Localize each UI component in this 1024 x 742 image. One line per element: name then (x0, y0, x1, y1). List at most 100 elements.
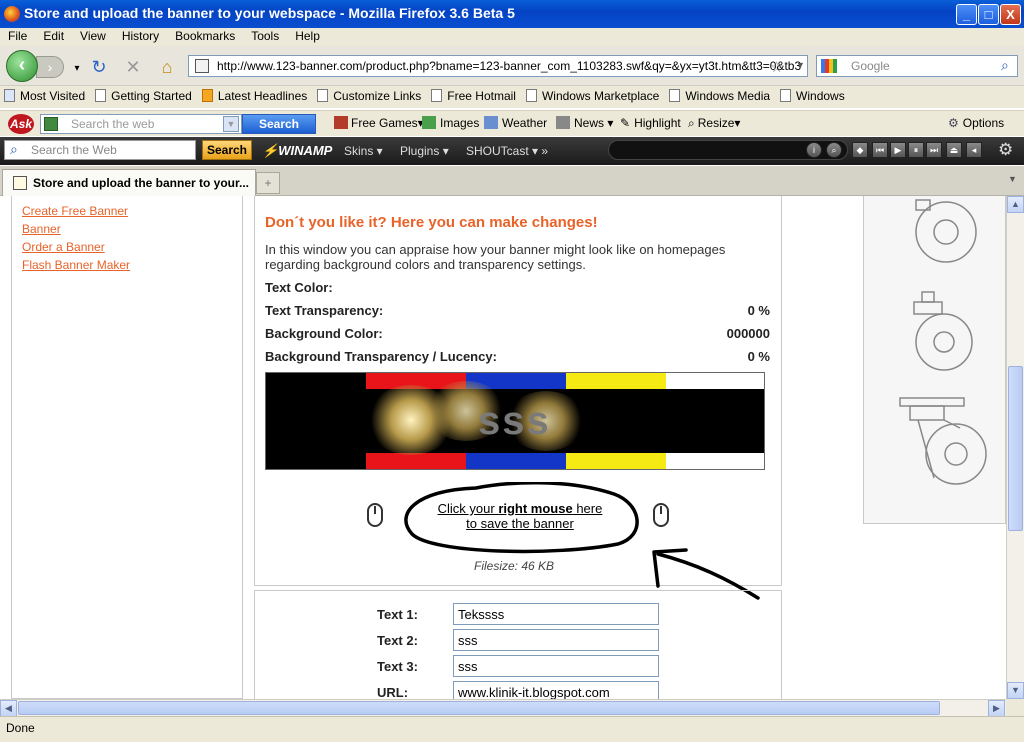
ask-dropdown-icon[interactable]: ▼ (223, 116, 239, 132)
free-games-button[interactable]: Free Games▾ (334, 116, 424, 130)
options-button[interactable]: ⚙ Options (948, 116, 1004, 130)
winamp-search-button[interactable]: Search (202, 140, 252, 160)
left-sidebar: Create Free Banner Banner Order a Banner… (11, 196, 243, 699)
menu-history[interactable]: History (114, 28, 167, 43)
menu-file[interactable]: File (0, 28, 35, 43)
search-bar[interactable]: Google ⌕ (816, 55, 1018, 77)
bookmark-most-visited[interactable]: Most Visited (0, 86, 91, 103)
title-bar: Store and upload the banner to your webs… (0, 0, 1024, 28)
volume-icon[interactable]: ◂ (966, 142, 982, 158)
resize-icon: ⌕ (688, 116, 695, 130)
bookmark-star-icon[interactable]: ☆ (770, 58, 783, 76)
bookmark-latest-headlines[interactable]: Latest Headlines (198, 86, 313, 103)
minimize-button[interactable]: _ (956, 4, 977, 25)
winamp-search-input[interactable]: ⌕ Search the Web (4, 140, 196, 160)
bookmark-folder-icon (4, 89, 15, 102)
url-bar[interactable]: http://www.123-banner.com/product.php?bn… (188, 55, 808, 77)
bookmark-customize-links[interactable]: Customize Links (313, 86, 427, 103)
winamp-logo[interactable]: ⚡WINAMP (262, 143, 332, 159)
save-banner-link[interactable]: Click your right mouse here to save the b… (430, 501, 610, 531)
bookmark-windows-marketplace[interactable]: Windows Marketplace (522, 86, 665, 103)
eject-icon[interactable]: ⏏ (946, 142, 962, 158)
menu-bar: File Edit View History Bookmarks Tools Help (0, 28, 1024, 46)
ask-search-button[interactable]: Search (242, 114, 316, 134)
menu-view[interactable]: View (72, 28, 114, 43)
tab-list-dropdown-icon[interactable]: ▼ (1008, 174, 1017, 184)
firefox-icon (4, 6, 20, 22)
play-icon[interactable]: ▶ (890, 142, 906, 158)
search-placeholder: Google (851, 59, 890, 73)
menu-bookmarks[interactable]: Bookmarks (167, 28, 243, 43)
banner-preview[interactable]: sss (265, 372, 765, 470)
ask-toolbar: Ask Search the web ▼ Search Free Games▾ … (0, 110, 1024, 136)
weather-button[interactable]: Weather (484, 116, 547, 130)
next-icon[interactable]: ⏭ (926, 142, 942, 158)
url-input[interactable]: www.klinik-it.blogspot.com (453, 681, 659, 699)
maximize-button[interactable]: □ (978, 4, 999, 25)
menu-help[interactable]: Help (287, 28, 328, 43)
resize-button[interactable]: ⌕ Resize▾ (688, 116, 740, 131)
winamp-settings-gear-icon[interactable]: ⚙ (998, 140, 1013, 160)
games-icon (334, 116, 348, 129)
sidebar-link-create-free-banner[interactable]: Create Free Banner (22, 204, 128, 218)
menu-tools[interactable]: Tools (243, 28, 287, 43)
ask-logo[interactable]: Ask (8, 114, 34, 134)
search-icon[interactable]: ⌕ (826, 142, 842, 158)
search-icon: ⌕ (10, 141, 18, 157)
lightning-icon: ⚡ (262, 143, 279, 158)
bookmark-free-hotmail[interactable]: Free Hotmail (427, 86, 522, 103)
back-button[interactable]: ‹ (6, 50, 38, 82)
stop-icon[interactable]: ✕ (122, 56, 144, 78)
pause-icon[interactable]: ⏸ (908, 142, 924, 158)
winamp-plugins-menu[interactable]: Plugins ▾ (400, 144, 449, 158)
banner-strip-white-bottom (666, 453, 764, 469)
prop-label-background-color: Background Color: (265, 326, 383, 341)
text2-label: Text 2: (377, 633, 418, 648)
text3-input[interactable]: sss (453, 655, 659, 677)
home-icon[interactable]: ⌂ (156, 56, 178, 78)
scroll-down-button[interactable]: ▼ (1007, 682, 1024, 699)
info-icon[interactable]: i (806, 142, 822, 158)
bookmark-getting-started[interactable]: Getting Started (91, 86, 198, 103)
scroll-right-button[interactable]: ▶ (988, 700, 1005, 717)
ask-search-input[interactable]: Search the web ▼ (40, 114, 242, 134)
new-tab-button[interactable]: + (256, 172, 280, 194)
sidebar-link-order-banner[interactable]: Order a Banner (22, 240, 105, 254)
left-mouse-icon (367, 503, 383, 527)
ask-search-engine-icon[interactable] (44, 117, 58, 131)
bookmark-windows[interactable]: Windows (776, 86, 851, 103)
news-button[interactable]: News ▾ (556, 116, 613, 130)
winamp-shoutcast-menu[interactable]: SHOUTcast ▾ » (466, 144, 548, 158)
banner-text: sss (478, 399, 551, 443)
scroll-left-button[interactable]: ◀ (0, 700, 17, 717)
shuffle-icon[interactable]: ◆ (852, 142, 868, 158)
sidebar-link-flash-banner-maker[interactable]: Flash Banner Maker (22, 258, 130, 272)
url-dropdown-icon[interactable]: ▼ (796, 60, 805, 70)
winamp-skins-menu[interactable]: Skins ▾ (344, 144, 383, 158)
highlight-button[interactable]: ✎ Highlight (620, 116, 681, 130)
bookmark-windows-media[interactable]: Windows Media (665, 86, 776, 103)
sidebar-link-banner[interactable]: Banner (22, 222, 61, 236)
vertical-scrollbar[interactable]: ▲ ▼ (1006, 196, 1024, 699)
vertical-scroll-thumb[interactable] (1008, 366, 1023, 531)
menu-edit[interactable]: Edit (35, 28, 72, 43)
history-dropdown-icon[interactable]: ▾ (66, 58, 88, 80)
images-button[interactable]: Images (422, 116, 479, 130)
previous-icon[interactable]: ⏮ (872, 142, 888, 158)
rss-icon (201, 89, 213, 102)
tab-favicon (13, 176, 27, 190)
page-icon (780, 89, 792, 102)
text1-input[interactable]: Tekssss (453, 603, 659, 625)
forward-button[interactable]: › (36, 56, 64, 78)
text2-input[interactable]: sss (453, 629, 659, 651)
status-text: Done (6, 721, 35, 735)
horizontal-scrollbar[interactable]: ◀ ▶ (0, 699, 1006, 717)
search-icon[interactable]: ⌕ (1001, 57, 1009, 74)
scroll-up-button[interactable]: ▲ (1007, 196, 1024, 213)
reload-icon[interactable]: ↻ (88, 56, 110, 78)
right-ad-panel (863, 196, 1006, 524)
close-button[interactable]: X (1000, 4, 1021, 25)
tab-store-banner[interactable]: Store and upload the banner to your... (2, 169, 256, 196)
banner-strip-blue-bottom (466, 453, 566, 469)
horizontal-scroll-thumb[interactable] (18, 701, 940, 715)
